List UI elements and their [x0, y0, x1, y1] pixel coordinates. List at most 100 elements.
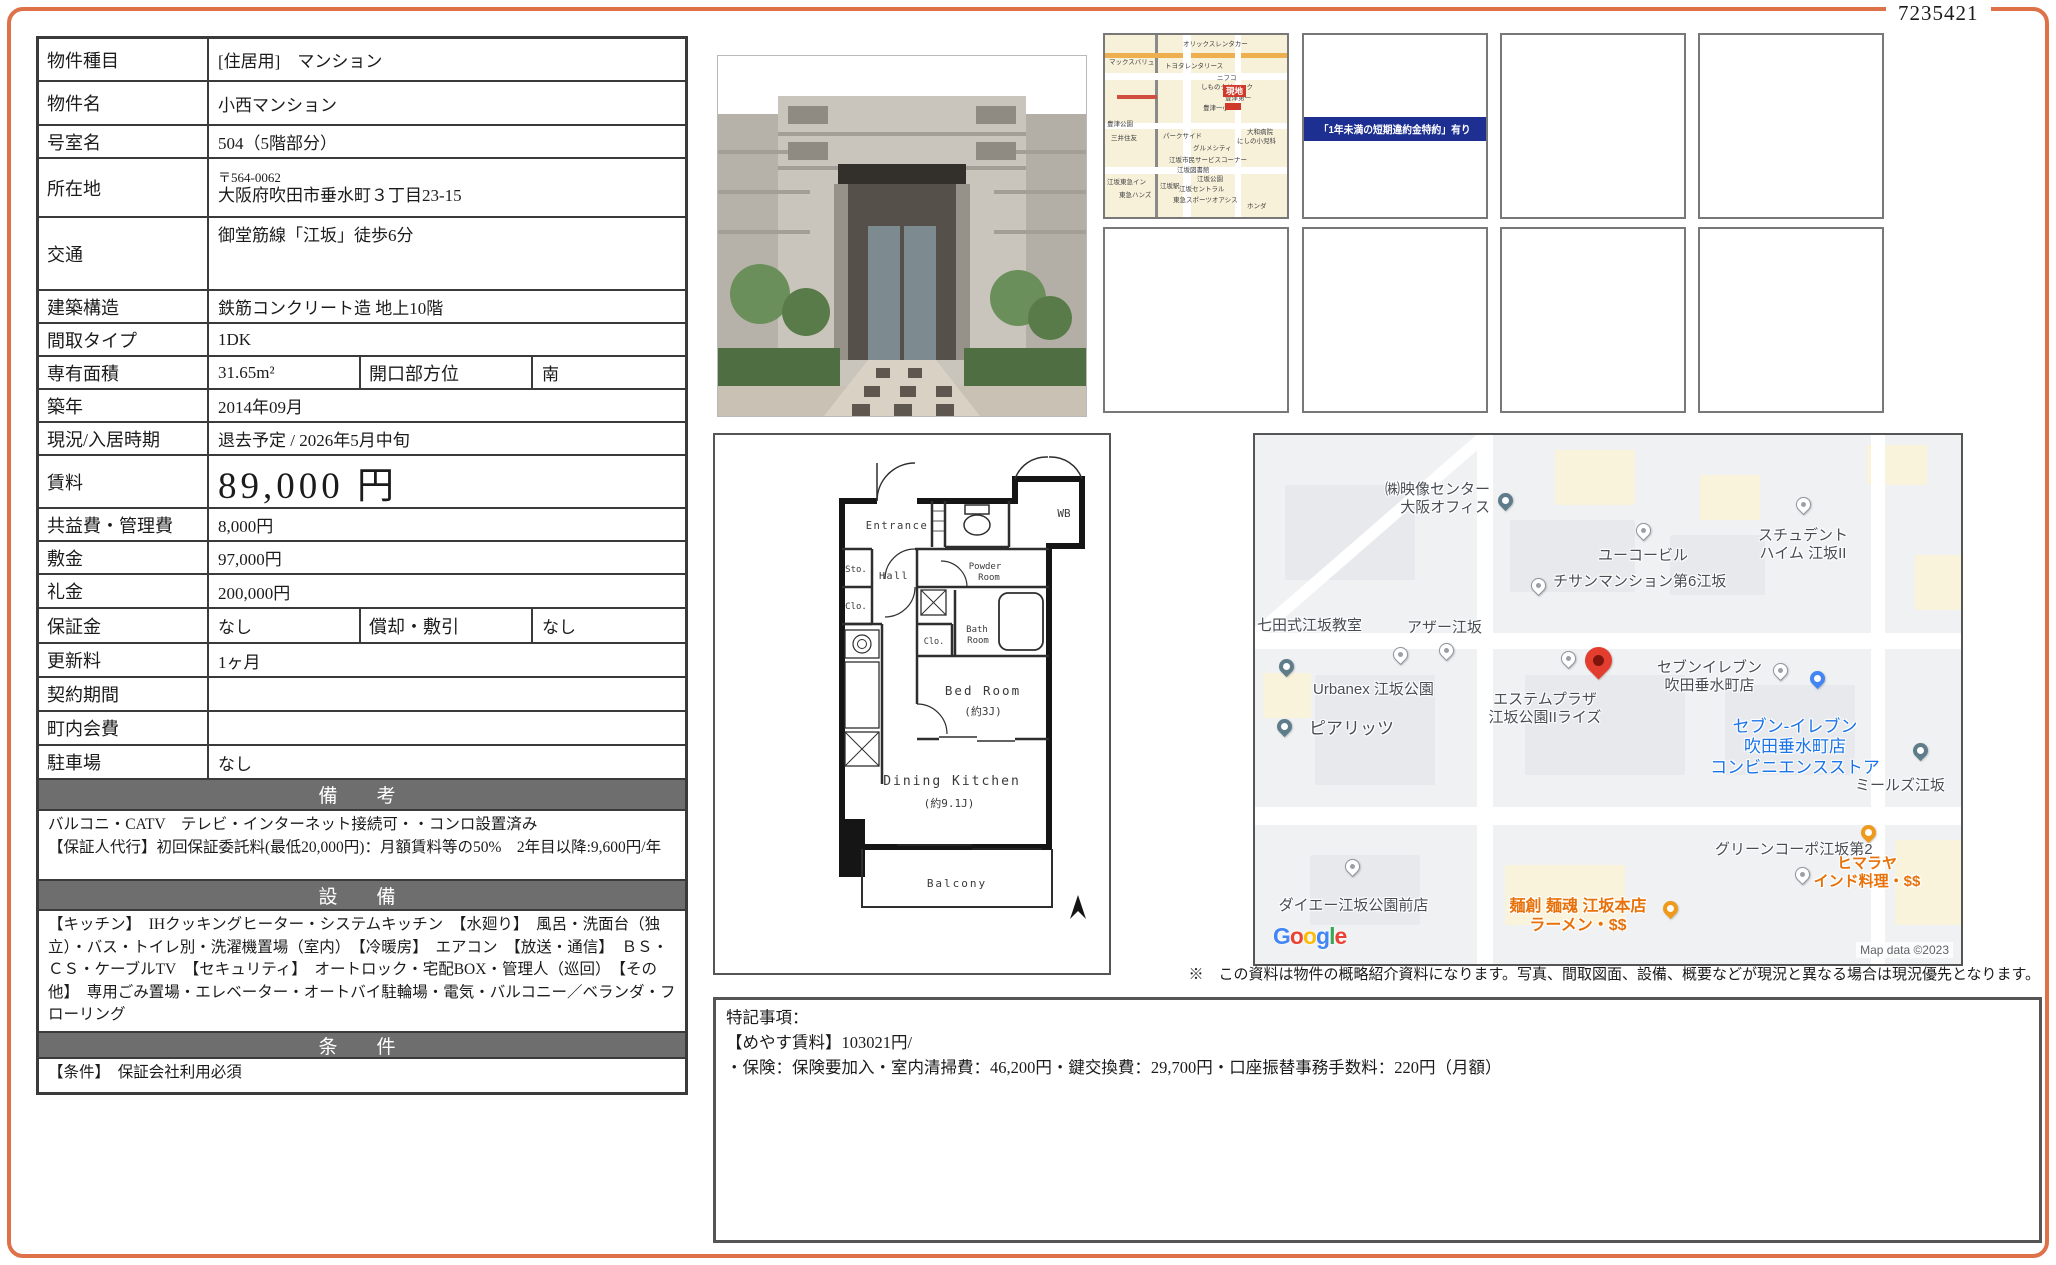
minimap-label: ニフコ [1217, 75, 1237, 82]
thumbnail-empty [1500, 33, 1686, 219]
row-label: 敷金 [39, 542, 209, 573]
row-value: 8,000円 [209, 510, 685, 539]
minimap-label: ホンダ [1247, 203, 1267, 210]
special-notes-box: 特記事項： 【めやす賃料】103021円/ ・保険：保険要加入・室内清掃費：46… [713, 997, 2042, 1243]
row-value: 〒564-0062 大阪府吹田市垂水町３丁目23-15 [209, 168, 685, 208]
floorplan-graphic: Entrance Sto. Hall Clo. Powder Room WB B… [837, 449, 1099, 951]
minimap-label: オリックスレンタカー [1183, 41, 1248, 48]
table-row: 礼金 200,000円 [39, 575, 685, 609]
table-row: 敷金 97,000円 [39, 542, 685, 575]
thumbnail-empty [1103, 227, 1289, 413]
row-value [209, 726, 685, 730]
map-pin [1793, 494, 1814, 515]
table-row: 共益費・管理費 8,000円 [39, 509, 685, 542]
table-row: 間取タイプ 1DK [39, 324, 685, 357]
table-row: 建築構造 鉄筋コンクリート造 地上10階 [39, 291, 685, 324]
minimap-label: 大和病院 [1247, 129, 1273, 136]
rent-value: 89,000 円 [209, 453, 685, 511]
notes-title: 特記事項： [726, 1005, 2029, 1030]
remarks-line: バルコニ・CATV テレビ・インターネット接続可・・コンロ設置済み [48, 814, 676, 837]
room-label: Clo. [924, 637, 944, 647]
minimap-label: 江坂市民サービスコーナー [1169, 157, 1247, 164]
road [1117, 95, 1157, 99]
map-poi-label: エステムプラザ 江坂公園IIライズ [1455, 691, 1635, 727]
equipment-header: 設 備 [39, 881, 685, 911]
thumbnail-empty [1698, 227, 1884, 413]
minimap-label: マックスバリュ [1109, 59, 1154, 66]
minimap-label: 三井住友 [1111, 135, 1137, 142]
conditions-header: 条 件 [39, 1033, 685, 1059]
banner-text: 「1年未満の短期違約金特約」有り [1319, 122, 1471, 137]
row-label: 建築構造 [39, 291, 209, 322]
equipment-body: 【キッチン】 IHクッキングヒーター・システムキッチン 【水廻り】 風呂・洗面台… [39, 911, 685, 1033]
row-value: なし [533, 611, 685, 640]
row-value: 鉄筋コンクリート造 地上10階 [209, 292, 685, 321]
row-label: 物件種目 [39, 39, 209, 80]
minimap-label: 江坂図書館 [1177, 167, 1210, 174]
table-row: 駐車場 なし [39, 746, 685, 780]
table-row: 町内会費 [39, 712, 685, 746]
short-term-penalty-banner: 「1年未満の短期違約金特約」有り [1304, 117, 1486, 141]
room-label: Entrance [866, 520, 929, 532]
road [1105, 53, 1287, 58]
row-value: 南 [533, 358, 685, 387]
row-label: 専有面積 [39, 357, 209, 388]
table-row: 交通 御堂筋線「江坂」徒歩6分 [39, 218, 685, 291]
table-row: 更新料 1ヶ月 [39, 644, 685, 678]
row-label: 駐車場 [39, 746, 209, 778]
minimap-label: パークサイド [1163, 133, 1202, 140]
row-label: 交通 [39, 218, 209, 289]
table-row: 物件名 小西マンション [39, 82, 685, 126]
minimap-label: 江坂公園 [1197, 176, 1223, 183]
minimap: マックスバリュ オリックスレンタカー トヨタレンタリース ニフコ しものクリニッ… [1105, 35, 1287, 217]
property-building-highlight [1225, 103, 1241, 110]
map-poi-label: アザー江坂 [1407, 619, 1517, 637]
row-value [209, 692, 685, 696]
map-building [1263, 673, 1311, 718]
row-label: 開口部方位 [361, 357, 533, 388]
thumbnail-badge: 「1年未満の短期違約金特約」有り [1302, 33, 1488, 219]
map-pin [1770, 660, 1791, 681]
minimap-label: トヨタレンタリース [1165, 63, 1223, 70]
row-label: 礼金 [39, 575, 209, 607]
building-photo [717, 55, 1087, 417]
minimap-label: 江坂セントラル [1179, 186, 1225, 193]
thumbnail-empty [1500, 227, 1686, 413]
minimap-label: にしの小児科 [1237, 138, 1276, 145]
map-poi-label: ダイエー江坂公園前店 [1261, 897, 1446, 915]
google-logo: Google [1273, 923, 1346, 950]
thumbnail-minimap: マックスバリュ オリックスレンタカー トヨタレンタリース ニフコ しものクリニッ… [1103, 33, 1289, 219]
row-value: 97,000円 [209, 543, 685, 572]
row-value: 31.65m² [209, 357, 361, 388]
thumbnail-empty [1302, 227, 1488, 413]
room-label: WB [1057, 507, 1071, 520]
genchi-marker: 現地 [1223, 85, 1246, 97]
row-label: 物件名 [39, 82, 209, 124]
row-label: 所在地 [39, 159, 209, 216]
row-label: 保証金 [39, 609, 209, 642]
map-poi-label: セブン-イレブン 吹田垂水町店 コンビニエンスストア [1675, 717, 1915, 778]
remarks-body: バルコニ・CATV テレビ・インターネット接続可・・コンロ設置済み 【保証人代行… [39, 811, 685, 881]
minimap-label: 江坂東急イン [1107, 179, 1146, 186]
table-row: 築年 2014年09月 [39, 390, 685, 423]
table-row: 号室名 504（5階部分） [39, 126, 685, 159]
row-label: 号室名 [39, 126, 209, 157]
row-label: 間取タイプ [39, 324, 209, 355]
room-label: Bed Room [945, 683, 1021, 698]
property-table: 物件種目 [住居用] マンション 物件名 小西マンション 号室名 504（5階部… [36, 36, 688, 1095]
map-poi-label: 麺創 麺魂 江坂本店 ラーメン・$$ [1483, 897, 1673, 935]
floorplan-box: Entrance Sto. Hall Clo. Powder Room WB B… [713, 433, 1111, 975]
row-value: 1ヶ月 [209, 646, 685, 675]
room-label: Dining Kitchen [883, 774, 1021, 789]
table-row: 物件種目 [住居用] マンション [39, 39, 685, 82]
room-label: Hall [879, 571, 909, 582]
row-label: 償却・敷引 [361, 609, 533, 642]
map-building [1700, 475, 1760, 520]
table-row-rent: 賃料 89,000 円 [39, 456, 685, 509]
row-value: 1DK [209, 328, 685, 352]
room-label: Clo. [845, 602, 867, 612]
document-number: 7235421 [1886, 0, 1991, 26]
row-label: 契約期間 [39, 678, 209, 710]
row-value: 御堂筋線「江坂」徒歩6分 [209, 218, 685, 248]
google-map: ㈱映像センター 大阪オフィス ユーコービル スチュデント ハイム 江坂II チサ… [1253, 433, 1963, 966]
